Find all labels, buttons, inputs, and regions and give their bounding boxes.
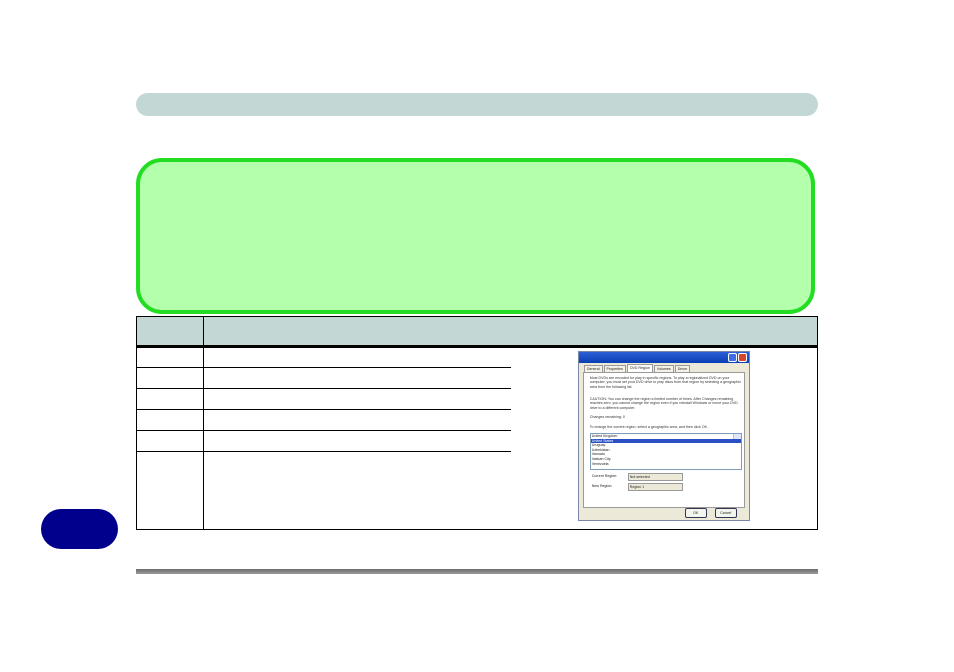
tab-driver[interactable]: Driver <box>674 365 691 372</box>
table-cell-step <box>136 367 204 389</box>
table-cell-step <box>136 346 204 368</box>
steps-table: General Properties DVD Region Volumes Dr… <box>136 316 818 530</box>
new-region-field: Region 1 <box>627 483 683 491</box>
list-item[interactable]: Venezuela <box>591 462 741 467</box>
changes-remaining-text: Changes remaining: 0 <box>589 415 625 419</box>
caution-text: CAUTION: You can change the region a lim… <box>589 397 738 410</box>
ok-button[interactable]: OK <box>684 508 707 518</box>
current-region-field: Not selected <box>627 473 683 481</box>
current-region-label: Current Region: <box>591 474 618 478</box>
table-cell-step <box>136 409 204 431</box>
tab-properties[interactable]: Properties <box>603 365 626 372</box>
region-list[interactable]: United Kingdom United States Uruguay Uzb… <box>589 433 742 470</box>
list-scrollbar[interactable] <box>732 434 741 439</box>
table-cell-action <box>203 451 511 530</box>
table-row: General Properties DVD Region Volumes Dr… <box>136 346 818 530</box>
dialog-panel: Most DVDs are encoded for play in specif… <box>582 372 745 508</box>
table-cell-step <box>136 451 204 530</box>
page-tab <box>41 509 118 549</box>
table-header-row <box>136 316 818 348</box>
note-box <box>136 158 815 314</box>
header-bar <box>136 93 818 116</box>
new-region-label: New Region: <box>591 484 613 488</box>
tab-dvd-region[interactable]: DVD Region <box>626 364 653 372</box>
footer-line <box>136 569 818 574</box>
table-header-action <box>203 316 818 348</box>
dialog-title-bar <box>578 352 749 363</box>
help-icon[interactable] <box>727 353 737 362</box>
cancel-button[interactable]: Cancel <box>714 508 737 518</box>
table-cell-action <box>203 367 511 389</box>
table-cell-action <box>203 430 511 452</box>
table-cell-action <box>203 409 511 431</box>
table-cell-action <box>203 388 511 410</box>
dvd-properties-dialog: General Properties DVD Region Volumes Dr… <box>577 351 750 521</box>
tab-volumes[interactable]: Volumes <box>653 365 674 372</box>
screenshot-cell: General Properties DVD Region Volumes Dr… <box>510 346 818 530</box>
table-cell-step <box>136 388 204 410</box>
table-cell-step <box>136 430 204 452</box>
intro-text: Most DVDs are encoded for play in specif… <box>589 376 741 389</box>
table-cell-action <box>203 346 511 368</box>
table-header-step <box>136 316 204 348</box>
tab-general[interactable]: General <box>583 365 603 372</box>
instruction-text: To change the current region, select a g… <box>589 425 709 429</box>
close-icon[interactable] <box>737 353 747 362</box>
dialog-tabs: General Properties DVD Region Volumes Dr… <box>583 364 691 372</box>
